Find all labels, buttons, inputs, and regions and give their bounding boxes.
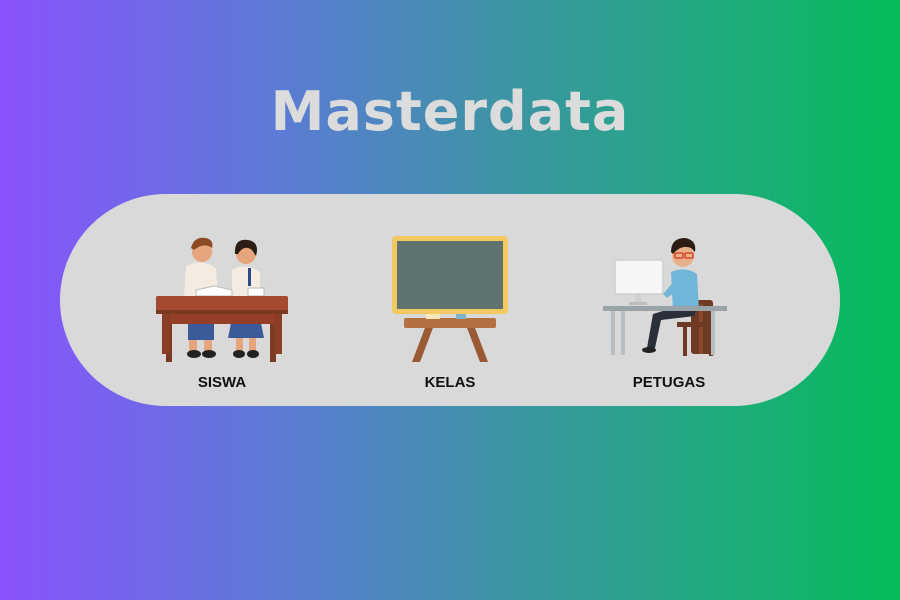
- menu-panel: SISWA KELAS PETUGAS: [60, 194, 840, 406]
- menu-item-label: SISWA: [197, 374, 247, 391]
- menu-item-label: PETUGAS: [632, 374, 706, 391]
- menu-item-petugas[interactable]: PETUGAS: [569, 194, 749, 406]
- chalkboard-icon: [392, 236, 508, 362]
- page-title: Masterdata: [270, 80, 630, 143]
- students-at-desk-icon: [156, 237, 288, 362]
- officer-at-computer-icon: [603, 238, 727, 356]
- menu-item-kelas[interactable]: KELAS: [350, 194, 530, 406]
- menu-item-label: KELAS: [424, 374, 476, 391]
- menu-item-siswa[interactable]: SISWA: [122, 194, 302, 406]
